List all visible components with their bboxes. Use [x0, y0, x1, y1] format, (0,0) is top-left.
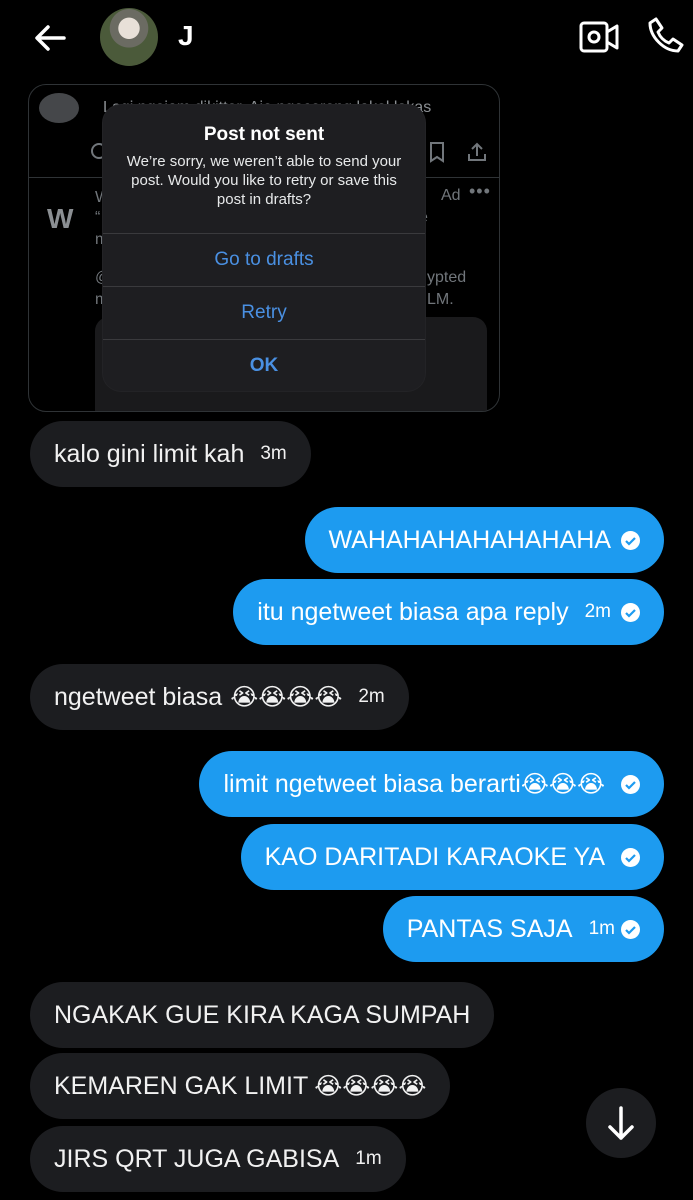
ad-label: Ad: [441, 187, 461, 204]
advertiser-logo: W: [47, 203, 74, 234]
more-options-icon[interactable]: •••: [469, 181, 491, 202]
message-bubble-sent[interactable]: KAO DARITADI KARAOKE YA: [240, 824, 664, 890]
message-bubble-sent[interactable]: itu ngetweet biasa apa reply 2m: [233, 579, 664, 645]
go-to-drafts-button[interactable]: Go to drafts: [103, 233, 425, 286]
post-author-avatar: [39, 93, 79, 123]
message-text: PANTAS SAJA: [406, 914, 573, 943]
message-time: 1m: [588, 918, 615, 939]
contact-name[interactable]: J: [178, 20, 194, 52]
retry-button[interactable]: Retry: [103, 286, 425, 339]
message-bubble-received[interactable]: kalo gini limit kah 3m: [30, 421, 311, 487]
back-arrow-icon[interactable]: [30, 18, 70, 58]
message-time: 2m: [584, 601, 611, 622]
message-text: itu ngetweet biasa apa reply: [257, 597, 569, 626]
post-fragment: “: [95, 209, 101, 226]
post-not-sent-dialog: Post not sent We’re sorry, we weren’t ab…: [103, 105, 425, 391]
message-text: kalo gini limit kah: [54, 439, 245, 468]
message-text: WAHAHAHAHAHAHAHA: [328, 525, 611, 554]
share-icon[interactable]: [466, 141, 488, 163]
message-text: ngetweet biasa: [54, 682, 223, 711]
bookmark-icon[interactable]: [427, 141, 447, 163]
crying-emoji: 😭😭😭😭: [230, 683, 343, 711]
contact-avatar[interactable]: [100, 8, 158, 66]
ok-button[interactable]: OK: [103, 339, 425, 391]
message-text: NGAKAK GUE KIRA KAGA SUMPAH: [54, 1000, 471, 1029]
message-time: 3m: [260, 443, 287, 464]
crying-emoji: 😭😭😭: [520, 770, 605, 798]
read-check-icon: [621, 919, 640, 939]
video-call-icon[interactable]: [578, 18, 620, 56]
read-check-icon: [621, 530, 640, 550]
dialog-message: We’re sorry, we weren’t able to send you…: [126, 153, 402, 208]
chat-header: J: [0, 0, 693, 80]
message-text: KAO DARITADI KARAOKE YA: [264, 842, 605, 871]
message-bubble-received[interactable]: ngetweet biasa 😭😭😭😭 2m: [30, 664, 409, 730]
message-text: KEMAREN GAK LIMIT: [54, 1071, 309, 1100]
message-bubble-sent[interactable]: limit ngetweet biasa berarti 😭😭😭: [199, 751, 664, 817]
message-bubble-sent[interactable]: WAHAHAHAHAHAHAHA: [304, 507, 664, 573]
scroll-to-bottom-button[interactable]: [586, 1088, 656, 1158]
message-bubble-received[interactable]: JIRS QRT JUGA GABISA 1m: [30, 1126, 406, 1192]
message-bubble-received[interactable]: NGAKAK GUE KIRA KAGA SUMPAH: [30, 982, 495, 1048]
read-check-icon: [621, 847, 640, 867]
message-text: limit ngetweet biasa berarti: [223, 769, 521, 798]
arrow-down-icon: [608, 1106, 634, 1140]
message-bubble-received[interactable]: KEMAREN GAK LIMIT 😭😭😭😭: [30, 1053, 451, 1119]
crying-emoji: 😭😭😭😭: [314, 1072, 427, 1100]
message-text: JIRS QRT JUGA GABISA: [54, 1144, 340, 1173]
post-fragment: ypted: [427, 269, 467, 286]
message-bubble-sent[interactable]: PANTAS SAJA 1m: [382, 896, 664, 962]
post-fragment: LM.: [427, 291, 454, 308]
read-check-icon: [621, 774, 640, 794]
dialog-title: Post not sent: [203, 124, 325, 145]
message-time: 2m: [358, 686, 385, 707]
message-time: 1m: [355, 1148, 382, 1169]
read-check-icon: [621, 602, 640, 622]
phone-call-icon[interactable]: [644, 14, 686, 56]
